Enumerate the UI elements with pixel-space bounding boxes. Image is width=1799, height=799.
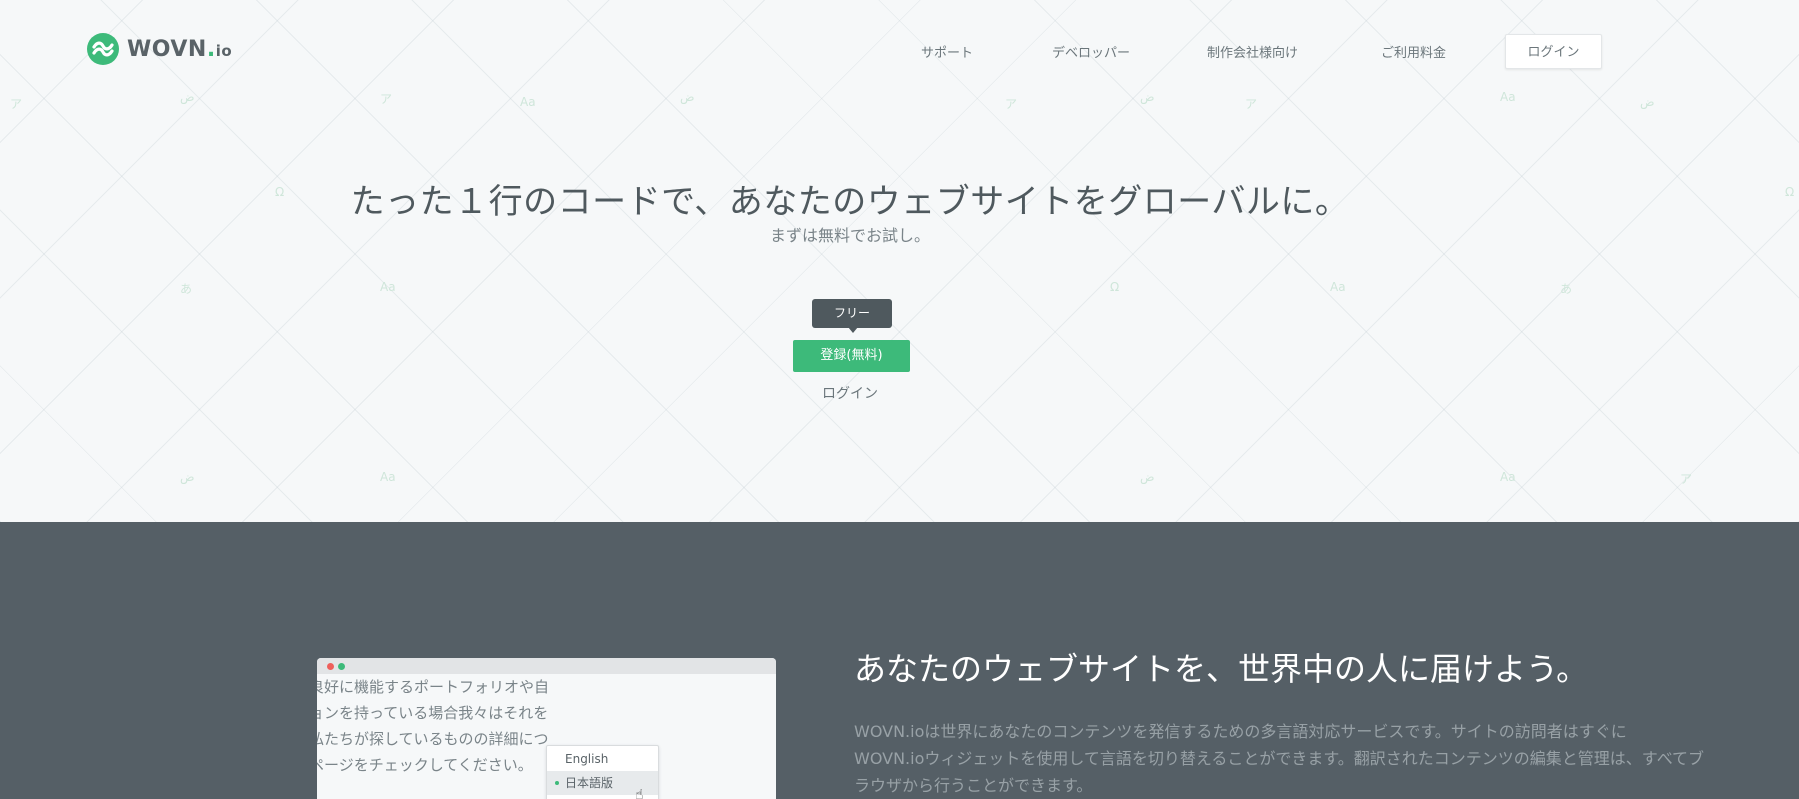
decorative-glyph: ض bbox=[1140, 470, 1155, 484]
signup-free-button[interactable]: 登録(無料) bbox=[793, 340, 910, 372]
decorative-glyph: Aa bbox=[1330, 280, 1346, 294]
decorative-glyph: ض bbox=[180, 90, 195, 104]
decorative-glyph: ア bbox=[1005, 97, 1018, 111]
decorative-glyph: ض bbox=[180, 470, 195, 484]
decorative-glyph: Ω bbox=[1110, 280, 1120, 294]
selected-bullet-icon bbox=[555, 781, 559, 785]
tooltip-arrow bbox=[848, 327, 858, 333]
decorative-glyph: ア bbox=[1245, 97, 1258, 111]
hero-subline: まずは無料でお試し。 bbox=[769, 226, 930, 245]
nav-item-developer[interactable]: デベロッパー bbox=[1052, 42, 1130, 61]
lang-option-japanese[interactable]: 日本語版 ☝ bbox=[547, 771, 658, 799]
window-close-dot bbox=[327, 663, 334, 670]
lang-option-label: 日本語版 bbox=[565, 776, 614, 790]
free-tooltip: フリー bbox=[812, 299, 892, 328]
decorative-glyph: Aa bbox=[380, 470, 396, 484]
hero-headline: たった１行のコードで、あなたのウェブサイトをグローバルに。 bbox=[350, 182, 1350, 222]
feature-title: あなたのウェブサイトを、世界中の人に届けよう。 bbox=[854, 650, 1589, 688]
decorative-glyph: あ bbox=[180, 282, 193, 296]
decorative-glyph: Aa bbox=[1500, 470, 1516, 484]
decorative-glyph: Aa bbox=[1500, 90, 1516, 104]
hero-section: ض Ω ア Aa ض ア ض ア Aa ض ア あ Aa Ω Aa あ ض Aa… bbox=[0, 0, 1799, 522]
decorative-glyph: ア bbox=[380, 92, 393, 106]
nav-item-pricing[interactable]: ご利用料金 bbox=[1381, 42, 1446, 61]
nav-item-support[interactable]: サポート bbox=[921, 42, 973, 61]
mockup-text-line: ページをチェックしてください。 bbox=[317, 756, 533, 774]
lang-option-english[interactable]: English bbox=[547, 747, 658, 771]
decorative-glyph: ض bbox=[680, 90, 695, 104]
decorative-glyph: あ bbox=[1560, 282, 1573, 296]
feature-body: WOVN.ioは世界にあなたのコンテンツを発信するための多言語対応サービスです。… bbox=[854, 718, 1754, 799]
language-switcher-menu: English 日本語版 ☝ bbox=[546, 745, 659, 799]
feature-body-line: ラウザから行うことができます。 bbox=[854, 776, 1093, 795]
mockup-titlebar bbox=[317, 658, 776, 674]
hero-login-link[interactable]: ログイン bbox=[0, 383, 1700, 403]
mockup-text-line: 私たちが探しているものの詳細につ bbox=[317, 730, 549, 748]
mockup-text-line: ョンを持っている場合我々はそれを bbox=[317, 704, 549, 722]
feature-body-line: WOVN.ioは世界にあなたのコンテンツを発信するための多言語対応サービスです。… bbox=[854, 722, 1627, 741]
decorative-glyph: ض bbox=[1640, 95, 1655, 109]
nav-item-agencies[interactable]: 制作会社様向け bbox=[1207, 42, 1298, 61]
feature-body-line: WOVN.ioウィジェットを使用して言語を切り替えることができます。翻訳されたコ… bbox=[854, 749, 1705, 768]
decorative-glyph: Aa bbox=[520, 95, 536, 109]
lang-option-label: English bbox=[565, 752, 609, 766]
hand-cursor-icon: ☝ bbox=[635, 787, 644, 799]
decorative-glyph: Aa bbox=[380, 280, 396, 294]
nav-login-button[interactable]: ログイン bbox=[1505, 34, 1602, 69]
decorative-glyph: ア bbox=[1680, 472, 1693, 486]
decorative-glyph: ض bbox=[1140, 90, 1155, 104]
mockup-text-line: 良好に機能するポートフォリオや自 bbox=[317, 678, 550, 696]
decorative-glyph: Ω bbox=[1785, 185, 1795, 199]
decorative-glyph: ア bbox=[10, 97, 23, 111]
browser-mockup: 良好に機能するポートフォリオや自 ョンを持っている場合我々はそれを 私たちが探し… bbox=[317, 658, 776, 799]
window-zoom-dot bbox=[338, 663, 345, 670]
